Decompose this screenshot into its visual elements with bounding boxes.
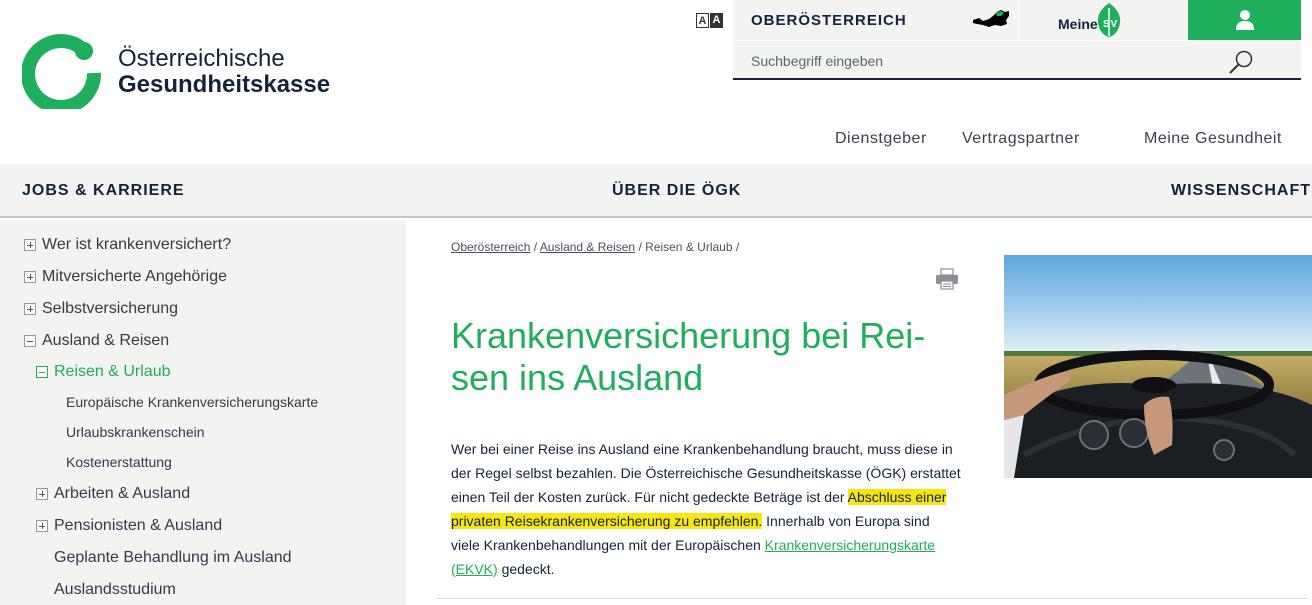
collapse-icon[interactable] — [24, 335, 36, 347]
sidebar-item-pensionisten-ausland[interactable]: Pensionisten & Ausland — [36, 517, 222, 535]
brand-name[interactable]: Österreichische Gesundheitskasse — [118, 46, 330, 98]
breadcrumb-current: Reisen & Urlaub — [645, 240, 733, 254]
svg-text:V: V — [1111, 19, 1118, 30]
search-input[interactable] — [751, 51, 1221, 71]
sidebar-item-label: Auslandsstudium — [54, 581, 176, 598]
sidebar-item-reisen-urlaub[interactable]: Reisen & Urlaub — [36, 363, 171, 381]
breadcrumb-trail: / — [732, 240, 740, 254]
sidebar-nav: Wer ist krankenversichert? Mitversichert… — [0, 220, 406, 605]
brand-line-1: Österreichische — [118, 45, 285, 72]
sidebar-item-kostenerstattung[interactable]: Kostenerstattung — [66, 454, 172, 470]
svg-text:S: S — [1103, 19, 1110, 30]
sidebar-item-ekvk[interactable]: Europäische Krankenversicherungskarte — [66, 394, 318, 410]
font-size-normal-icon[interactable]: A — [696, 13, 709, 28]
expand-icon[interactable] — [24, 303, 36, 315]
search-icon[interactable] — [1228, 49, 1254, 75]
sv-leaf-icon: S V — [1097, 3, 1121, 37]
content-divider — [437, 598, 1307, 599]
mainnav-jobs-karriere[interactable]: JOBS & KARRIERE — [22, 182, 185, 200]
mainnav-ueber-die-oegk[interactable]: ÜBER DIE ÖGK — [612, 182, 741, 200]
sidebar-item-arbeiten-ausland[interactable]: Arbeiten & Ausland — [36, 485, 190, 503]
main-navigation: JOBS & KARRIERE ÜBER DIE ÖGK WISSENSCHAF… — [0, 164, 1312, 218]
topnav-dienstgeber[interactable]: Dienstgeber — [835, 130, 927, 148]
expand-icon[interactable] — [24, 271, 36, 283]
sidebar-item-label: Pensionisten & Ausland — [54, 517, 223, 534]
sidebar-item-krankenversichert[interactable]: Wer ist krankenversichert? — [24, 236, 231, 254]
sidebar-item-urlaubskrankenschein[interactable]: Urlaubskrankenschein — [66, 424, 205, 440]
sidebar-item-label: Geplante Behandlung im Ausland — [54, 549, 292, 566]
sidebar-item-label: Selbstversicherung — [42, 300, 179, 317]
sidebar-item-label: Reisen & Urlaub — [54, 363, 171, 380]
collapse-icon[interactable] — [36, 366, 48, 378]
sidebar-item-mitversicherte[interactable]: Mitversicherte Angehörige — [24, 268, 227, 286]
sidebar-item-auslandsstudium[interactable]: Auslandsstudium — [54, 581, 176, 599]
oegk-logo-icon[interactable] — [22, 29, 102, 109]
search-bar — [733, 41, 1301, 80]
sidebar-item-label: Mitversicherte Angehörige — [42, 268, 227, 285]
sidebar-item-label: Arbeiten & Ausland — [54, 485, 191, 502]
breadcrumb-ausland-reisen[interactable]: Ausland & Reisen — [540, 240, 635, 254]
austria-map-icon — [973, 10, 1009, 27]
meine-sv-label: Meine — [1058, 16, 1098, 32]
page-title: Krankenversicherung bei Rei-sen ins Ausl… — [451, 315, 926, 398]
hero-image-driving — [1004, 255, 1312, 478]
expand-icon[interactable] — [36, 488, 48, 500]
sidebar-item-ausland-reisen[interactable]: Ausland & Reisen — [24, 332, 169, 350]
breadcrumb-separator: / — [530, 240, 540, 254]
font-size-contrast-icon[interactable]: A — [710, 13, 723, 28]
expand-icon[interactable] — [24, 239, 36, 251]
brand-line-2: Gesundheitskasse — [118, 71, 331, 98]
sidebar-item-geplante-behandlung[interactable]: Geplante Behandlung im Ausland — [54, 549, 292, 567]
font-size-toggle[interactable]: A A — [696, 13, 723, 28]
sidebar-item-selbstversicherung[interactable]: Selbstversicherung — [24, 300, 178, 318]
login-button[interactable] — [1188, 0, 1301, 40]
breadcrumb-oberoesterreich[interactable]: Oberösterreich — [451, 240, 530, 254]
print-icon[interactable] — [935, 268, 959, 290]
region-label: OBERÖSTERREICH — [751, 12, 907, 29]
sidebar-item-label: Ausland & Reisen — [42, 332, 170, 349]
breadcrumb-separator: / — [635, 240, 646, 254]
intro-text-3: gedeckt. — [497, 561, 555, 577]
expand-icon[interactable] — [36, 520, 48, 532]
mainnav-wissenschaft[interactable]: WISSENSCHAFT — [1171, 182, 1311, 200]
sidebar-item-label: Wer ist krankenversichert? — [42, 236, 232, 253]
user-icon — [1235, 10, 1254, 30]
meine-sv-button[interactable]: Meine S V — [1019, 0, 1187, 40]
topnav-meine-gesundheit[interactable]: Meine Gesundheit — [1144, 130, 1282, 148]
breadcrumb: Oberösterreich / Ausland & Reisen / Reis… — [451, 240, 739, 254]
topnav-vertragspartner[interactable]: Vertragspartner — [962, 130, 1080, 148]
region-selector[interactable]: OBERÖSTERREICH — [733, 0, 1018, 40]
intro-paragraph: Wer bei einer Reise ins Ausland eine Kra… — [451, 437, 961, 581]
